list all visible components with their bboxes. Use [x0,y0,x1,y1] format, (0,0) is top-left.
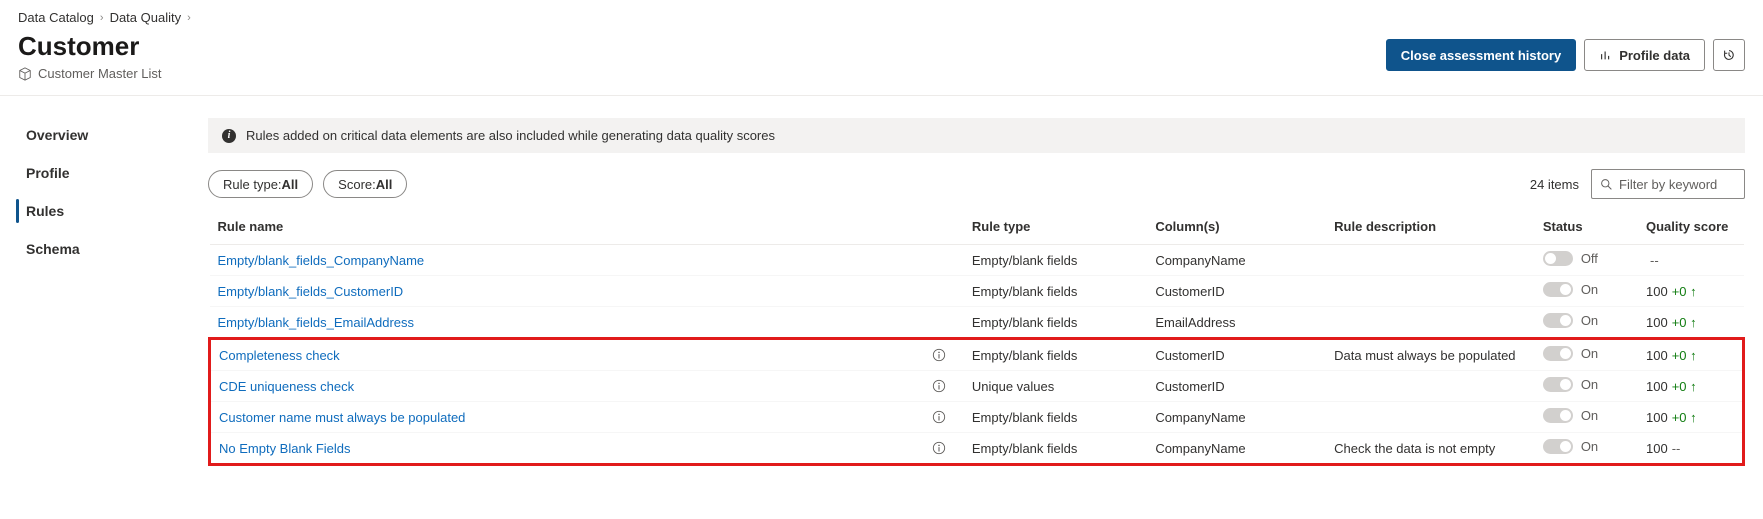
status-toggle[interactable] [1543,313,1573,328]
description-cell [1326,307,1535,339]
table-row: Completeness check Empty/blank fieldsCust… [210,339,1744,371]
status-toggle-label: On [1581,282,1598,297]
score-cell: -- [1638,245,1744,276]
description-cell [1326,371,1535,402]
col-header-columns[interactable]: Column(s) [1147,209,1326,245]
breadcrumb-item[interactable]: Data Catalog [18,10,94,25]
history-icon [1722,48,1736,62]
col-header-status[interactable]: Status [1535,209,1638,245]
status-toggle[interactable] [1543,377,1573,392]
sidebar-item-schema[interactable]: Schema [26,234,200,264]
columns-cell: CompanyName [1147,402,1326,433]
rule-name-link[interactable]: Empty/blank_fields_CustomerID [218,284,404,299]
description-cell: Data must always be populated [1326,339,1535,371]
subtitle-text: Customer Master List [38,66,162,81]
columns-cell: CustomerID [1147,339,1326,371]
rule-type-cell: Empty/blank fields [964,433,1147,465]
col-header-type[interactable]: Rule type [964,209,1147,245]
breadcrumb: Data Catalog › Data Quality › [18,10,1745,25]
table-row: No Empty Blank FieldsEmpty/blank fieldsC… [210,433,1744,465]
rule-name-link[interactable]: Completeness check [219,348,340,363]
rule-type-cell: Empty/blank fields [964,339,1147,371]
filter-score[interactable]: Score: All [323,170,407,198]
chevron-right-icon: › [187,12,191,24]
close-assessment-history-button[interactable]: Close assessment history [1386,39,1576,71]
rule-type-cell: Empty/blank fields [964,307,1147,339]
item-count: 24 items [1530,177,1579,192]
table-row: CDE uniqueness check Unique valuesCustome… [210,371,1744,402]
table-row: Customer name must always be populated Em… [210,402,1744,433]
score-cell: 100+0 ↑ [1638,307,1744,339]
columns-cell: CompanyName [1147,245,1326,276]
status-toggle[interactable] [1543,346,1573,361]
columns-cell: EmailAddress [1147,307,1326,339]
rule-name-link[interactable]: Empty/blank_fields_CompanyName [218,253,425,268]
sidebar-item-rules[interactable]: Rules [26,196,200,226]
info-icon: i [222,129,236,143]
cube-icon [18,67,32,81]
table-row: Empty/blank_fields_CustomerID Empty/blank… [210,276,1744,307]
search-icon [1600,178,1613,191]
info-icon[interactable] [932,348,946,362]
info-icon[interactable] [932,410,946,424]
chevron-right-icon: › [100,12,104,24]
page-title: Customer [18,31,162,62]
profile-data-button[interactable]: Profile data [1584,39,1705,71]
rule-type-cell: Empty/blank fields [964,245,1147,276]
columns-cell: CustomerID [1147,371,1326,402]
description-cell [1326,276,1535,307]
sidebar: Overview Profile Rules Schema [0,96,200,476]
history-icon-button[interactable] [1713,39,1745,71]
description-cell [1326,245,1535,276]
col-header-score[interactable]: Quality score [1638,209,1744,245]
sidebar-item-overview[interactable]: Overview [26,120,200,150]
status-toggle-label: On [1581,313,1598,328]
score-cell: 100+0 ↑ [1638,402,1744,433]
description-cell: Check the data is not empty [1326,433,1535,465]
columns-cell: CustomerID [1147,276,1326,307]
status-toggle[interactable] [1543,251,1573,266]
filter-rule-type[interactable]: Rule type: All [208,170,313,198]
rule-name-link[interactable]: No Empty Blank Fields [219,441,351,456]
status-toggle-label: On [1581,377,1598,392]
score-cell: 100+0 ↑ [1638,276,1744,307]
col-header-name[interactable]: Rule name [210,209,964,245]
status-toggle[interactable] [1543,282,1573,297]
status-toggle-label: On [1581,346,1598,361]
info-banner-text: Rules added on critical data elements ar… [246,128,775,143]
search-box[interactable] [1591,169,1745,199]
info-icon[interactable] [932,379,946,393]
rule-type-cell: Unique values [964,371,1147,402]
info-banner: i Rules added on critical data elements … [208,118,1745,153]
chart-icon [1599,48,1613,62]
description-cell [1326,402,1535,433]
status-toggle-label: On [1581,408,1598,423]
columns-cell: CompanyName [1147,433,1326,465]
score-cell: 100-- [1638,433,1744,465]
score-cell: 100+0 ↑ [1638,339,1744,371]
search-input[interactable] [1619,177,1736,192]
status-toggle[interactable] [1543,408,1573,423]
status-toggle-label: Off [1581,251,1598,266]
rule-name-link[interactable]: CDE uniqueness check [219,379,354,394]
status-toggle[interactable] [1543,439,1573,454]
breadcrumb-item[interactable]: Data Quality [110,10,182,25]
table-row: Empty/blank_fields_EmailAddress Empty/bla… [210,307,1744,339]
score-cell: 100+0 ↑ [1638,371,1744,402]
status-toggle-label: On [1581,439,1598,454]
rule-name-link[interactable]: Empty/blank_fields_EmailAddress [218,315,415,330]
info-icon[interactable] [932,441,946,455]
rules-table: Rule name Rule type Column(s) Rule descr… [208,209,1745,466]
sidebar-item-profile[interactable]: Profile [26,158,200,188]
rule-type-cell: Empty/blank fields [964,402,1147,433]
table-row: Empty/blank_fields_CompanyName Empty/blan… [210,245,1744,276]
rule-name-link[interactable]: Customer name must always be populated [219,410,465,425]
col-header-description[interactable]: Rule description [1326,209,1535,245]
rule-type-cell: Empty/blank fields [964,276,1147,307]
